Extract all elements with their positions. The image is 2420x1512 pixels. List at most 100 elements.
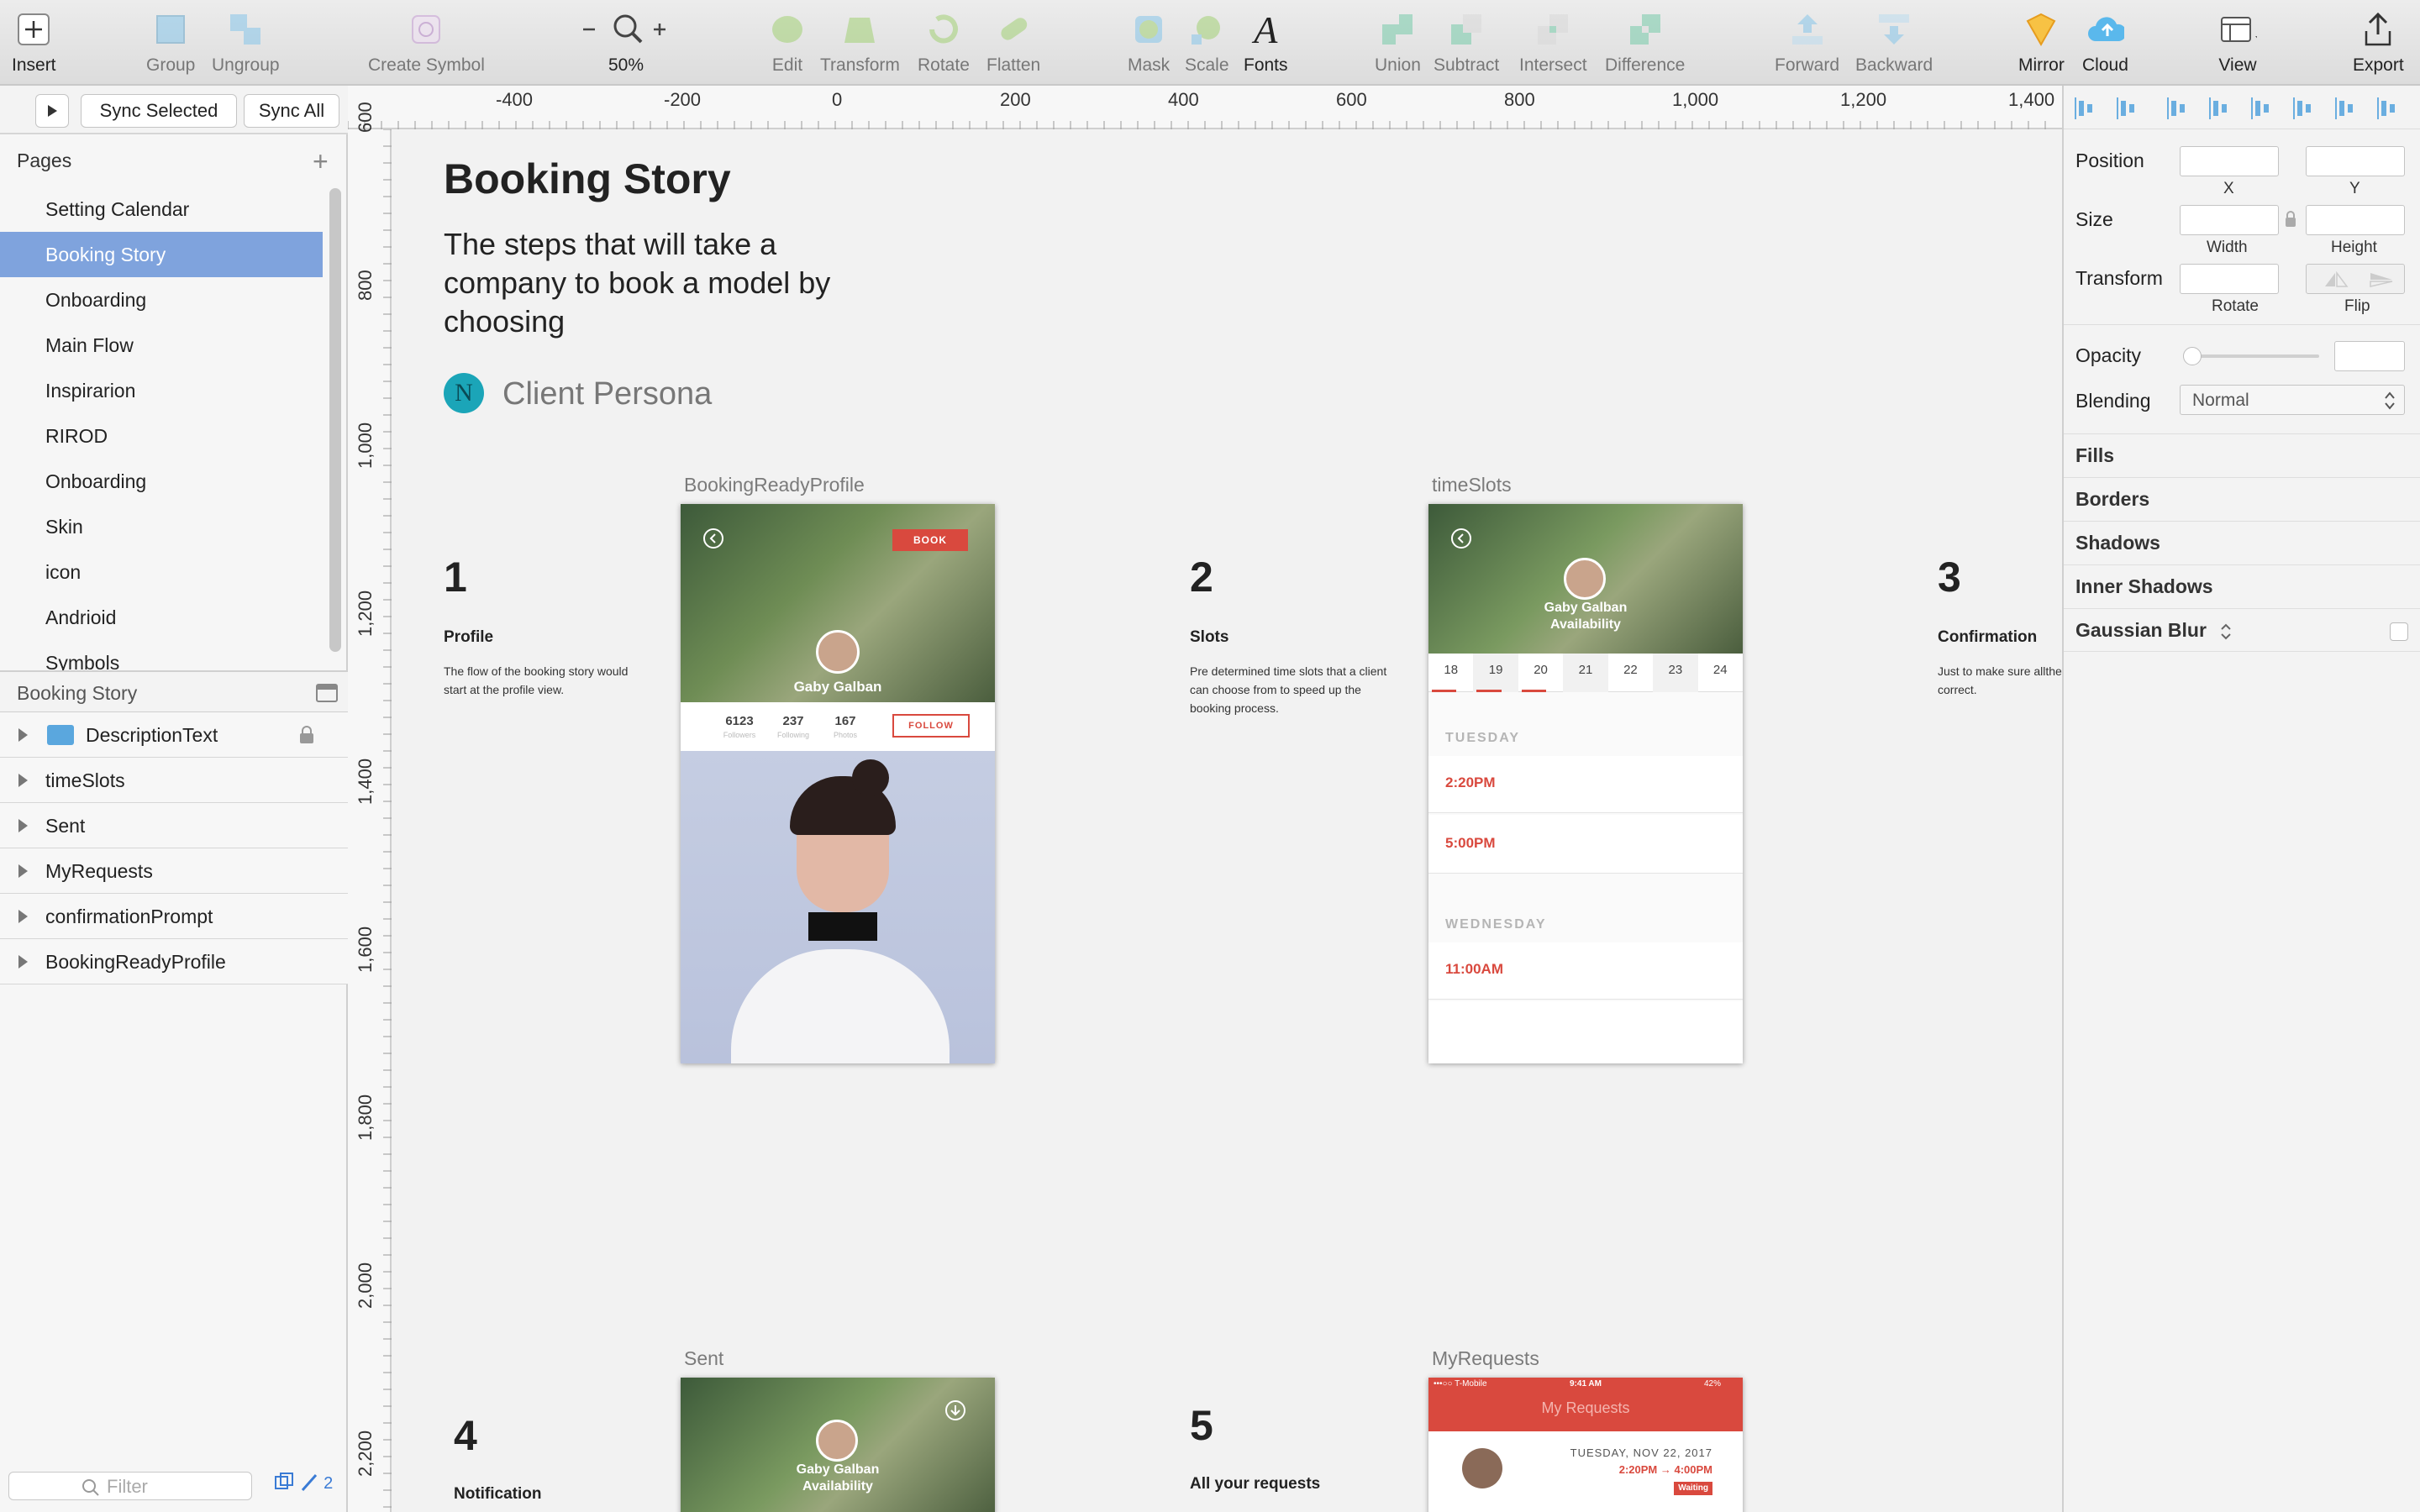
width-input[interactable] bbox=[2180, 205, 2279, 235]
date-cell[interactable]: 20 bbox=[1518, 654, 1563, 692]
date-cell[interactable]: 23 bbox=[1653, 654, 1698, 692]
blur-checkbox[interactable] bbox=[2390, 622, 2408, 641]
date-cell[interactable]: 24 bbox=[1698, 654, 1743, 692]
artboard-label-myrequests[interactable]: MyRequests bbox=[1432, 1347, 1539, 1370]
inner-shadows-section[interactable]: Inner Shadows bbox=[2064, 564, 2420, 608]
page-item[interactable]: icon bbox=[0, 549, 323, 595]
position-y-input[interactable] bbox=[2306, 146, 2405, 176]
symbols-filter-icon[interactable] bbox=[274, 1472, 294, 1492]
position-x-input[interactable] bbox=[2180, 146, 2279, 176]
page-item[interactable]: Inspirarion bbox=[0, 368, 323, 413]
page-item[interactable]: Andrioid bbox=[0, 595, 323, 640]
page-item[interactable]: Setting Calendar bbox=[0, 186, 323, 232]
disclosure-triangle-icon[interactable] bbox=[18, 819, 28, 832]
flatten-button[interactable]: Flatten bbox=[986, 10, 1040, 76]
align-top-icon[interactable] bbox=[2292, 96, 2317, 121]
page-item[interactable]: RIROD bbox=[0, 413, 323, 459]
backward-button[interactable]: Backward bbox=[1855, 10, 1933, 76]
layer-item[interactable]: Sent bbox=[0, 803, 348, 848]
time-slot-row[interactable]: 11:00AM bbox=[1428, 942, 1743, 1000]
artboard-label-profile[interactable]: BookingReadyProfile bbox=[684, 474, 865, 496]
artboard-my-requests[interactable]: •••○○ T-Mobile 9:41 AM 42% My Requests T… bbox=[1428, 1378, 1743, 1512]
layer-item[interactable]: DescriptionText bbox=[0, 712, 348, 758]
edit-button[interactable]: Edit bbox=[768, 10, 807, 76]
difference-button[interactable]: Difference bbox=[1605, 10, 1685, 76]
artboard-sent[interactable]: Gaby Galban Availability bbox=[681, 1378, 995, 1512]
date-cell[interactable]: 22 bbox=[1608, 654, 1653, 692]
align-center-icon[interactable] bbox=[2208, 96, 2233, 121]
shadows-section[interactable]: Shadows bbox=[2064, 521, 2420, 564]
layer-item[interactable]: BookingReadyProfile bbox=[0, 939, 348, 984]
opacity-input[interactable] bbox=[2334, 341, 2405, 371]
page-item[interactable]: Onboarding bbox=[0, 277, 323, 323]
page-item[interactable]: Skin bbox=[0, 504, 323, 549]
book-button[interactable]: BOOK bbox=[892, 529, 968, 551]
mirror-button[interactable]: Mirror bbox=[2018, 10, 2065, 76]
scale-button[interactable]: Scale bbox=[1185, 10, 1229, 76]
subtract-button[interactable]: Subtract bbox=[1434, 10, 1499, 76]
zoom-control[interactable]: 50% bbox=[580, 10, 672, 76]
disclosure-triangle-icon[interactable] bbox=[18, 728, 28, 742]
union-button[interactable]: Union bbox=[1375, 10, 1421, 76]
flip-buttons[interactable] bbox=[2306, 264, 2405, 294]
create-symbol-button[interactable]: Create Symbol bbox=[368, 10, 485, 76]
collapse-layers-icon[interactable] bbox=[316, 684, 338, 702]
align-left-icon[interactable] bbox=[2166, 96, 2191, 121]
forward-button[interactable]: Forward bbox=[1775, 10, 1839, 76]
disclosure-triangle-icon[interactable] bbox=[18, 910, 28, 923]
play-button[interactable] bbox=[35, 94, 69, 128]
add-page-icon[interactable]: + bbox=[313, 146, 329, 177]
flip-vertical-icon[interactable] bbox=[2369, 271, 2394, 288]
blending-select[interactable]: Normal bbox=[2180, 385, 2405, 415]
insert-button[interactable]: Insert bbox=[12, 10, 56, 76]
horizontal-ruler[interactable]: -400 -200 0 200 400 600 800 1,000 1,200 1,400 bbox=[348, 86, 2062, 129]
page-item[interactable]: Main Flow bbox=[0, 323, 323, 368]
date-cell[interactable]: 18 bbox=[1428, 654, 1473, 692]
layer-item[interactable]: confirmationPrompt bbox=[0, 894, 348, 939]
rotate-button[interactable]: Rotate bbox=[918, 10, 970, 76]
back-icon[interactable] bbox=[702, 528, 724, 549]
opacity-slider[interactable] bbox=[2186, 354, 2319, 358]
vertical-ruler[interactable]: 600 800 1,000 1,200 1,400 1,600 1,800 2,000 2,20… bbox=[348, 102, 392, 1512]
intersect-button[interactable]: Intersect bbox=[1519, 10, 1587, 76]
layer-item[interactable]: timeSlots bbox=[0, 758, 348, 803]
ungroup-button[interactable]: Ungroup bbox=[212, 10, 280, 76]
opacity-slider-handle[interactable] bbox=[2183, 347, 2202, 365]
artboard-booking-ready-profile[interactable]: BOOK Gaby Galban 6123 Followers 237 Foll… bbox=[681, 504, 995, 1063]
disclosure-triangle-icon[interactable] bbox=[18, 774, 28, 787]
flip-horizontal-icon[interactable] bbox=[2323, 271, 2349, 288]
height-input[interactable] bbox=[2306, 205, 2405, 235]
layer-item[interactable]: MyRequests bbox=[0, 848, 348, 894]
mask-button[interactable]: Mask bbox=[1128, 10, 1170, 76]
canvas[interactable]: Booking Story The steps that will take a… bbox=[393, 131, 2062, 1512]
export-button[interactable]: Export bbox=[2353, 10, 2404, 76]
artboard-label-sent[interactable]: Sent bbox=[684, 1347, 723, 1370]
rotate-input[interactable] bbox=[2180, 264, 2279, 294]
page-item[interactable]: Onboarding bbox=[0, 459, 323, 504]
time-slot-row[interactable]: 2:20PM bbox=[1428, 756, 1743, 813]
back-icon[interactable] bbox=[1450, 528, 1472, 549]
disclosure-triangle-icon[interactable] bbox=[18, 864, 28, 878]
artboard-label-timeslots[interactable]: timeSlots bbox=[1432, 474, 1512, 496]
view-button[interactable]: View bbox=[2218, 10, 2257, 76]
borders-section[interactable]: Borders bbox=[2064, 477, 2420, 521]
lock-icon[interactable] bbox=[2284, 210, 2297, 228]
cloud-button[interactable]: Cloud bbox=[2082, 10, 2128, 76]
date-cell[interactable]: 21 bbox=[1563, 654, 1608, 692]
pages-scrollbar[interactable] bbox=[329, 188, 341, 652]
align-bottom-icon[interactable] bbox=[2376, 96, 2402, 121]
sync-all-button[interactable]: Sync All bbox=[244, 94, 339, 128]
distribute-horizontal-icon[interactable] bbox=[2074, 96, 2099, 121]
slices-filter-icon[interactable] bbox=[299, 1472, 319, 1492]
align-right-icon[interactable] bbox=[2250, 96, 2275, 121]
gaussian-blur-section[interactable]: Gaussian Blur bbox=[2064, 608, 2420, 652]
sync-selected-button[interactable]: Sync Selected bbox=[81, 94, 237, 128]
time-slot-row[interactable]: 5:00PM bbox=[1428, 815, 1743, 874]
stepper-icon[interactable] bbox=[2220, 622, 2232, 641]
transform-button[interactable]: Transform bbox=[820, 10, 900, 76]
fonts-button[interactable]: A Fonts bbox=[1244, 8, 1288, 76]
align-middle-icon[interactable] bbox=[2334, 96, 2360, 121]
group-button[interactable]: Group bbox=[146, 10, 195, 76]
lock-icon[interactable] bbox=[299, 726, 314, 744]
date-cell[interactable]: 19 bbox=[1473, 654, 1518, 692]
